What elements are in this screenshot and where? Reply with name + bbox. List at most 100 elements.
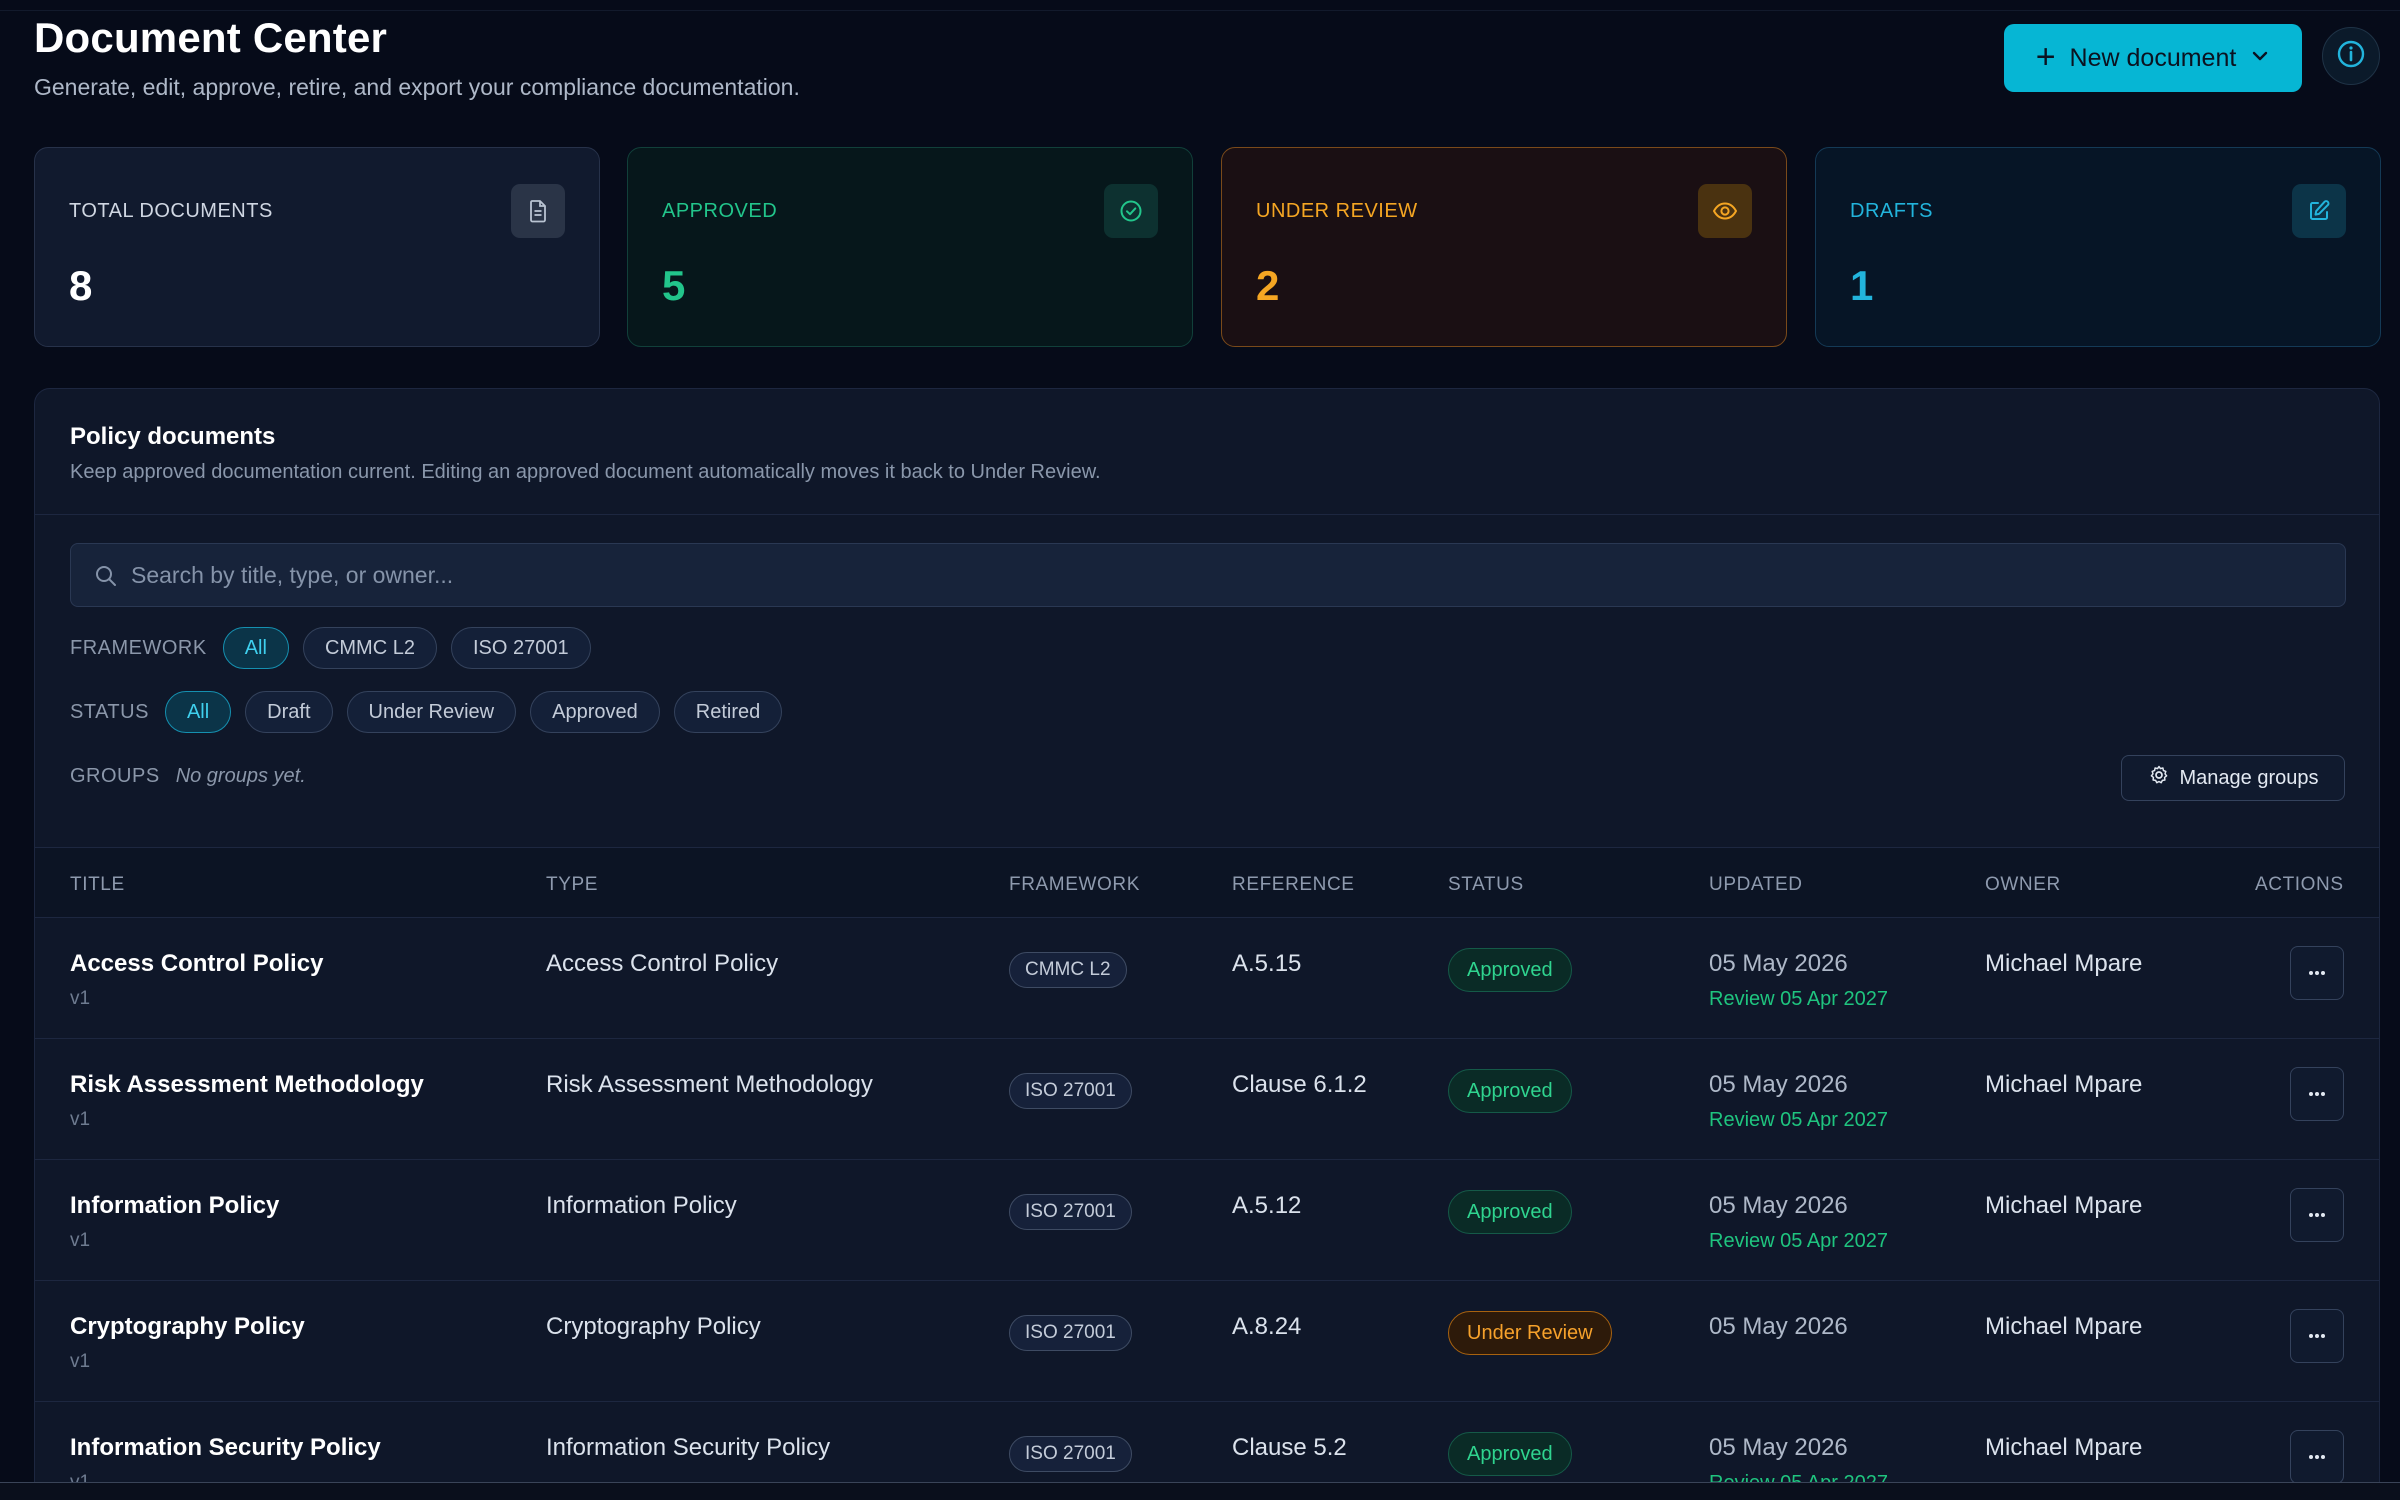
document-title[interactable]: Information Security Policy [70,1434,381,1462]
stat-value: 8 [69,262,93,309]
stat-label: UNDER REVIEW [1256,200,1418,222]
row-actions-button[interactable] [2290,1309,2344,1363]
table-row[interactable]: Risk Assessment Methodology v1 Risk Asse… [35,1039,2379,1160]
row-actions-button[interactable] [2290,1430,2344,1484]
framework-badge: CMMC L2 [1009,952,1127,988]
column-header-actions: ACTIONS [2255,874,2344,895]
stat-card-under-review: UNDER REVIEW 2 [1221,147,1787,347]
panel-description: Keep approved documentation current. Edi… [70,461,1101,483]
status-badge: Under Review [1448,1311,1612,1355]
info-icon [2335,38,2367,75]
status-badge: Approved [1448,1069,1572,1113]
status-chip-under-review[interactable]: Under Review [346,691,517,733]
framework-chip-iso-27001[interactable]: ISO 27001 [450,627,591,669]
status-chip-approved[interactable]: Approved [530,691,660,733]
page-title: Document Center [34,14,388,61]
status-badge: Approved [1448,1432,1572,1476]
stat-card-approved: APPROVED 5 [627,147,1193,347]
framework-filter-label: FRAMEWORK [70,636,207,659]
document-owner: Michael Mpare [1985,1434,2143,1461]
framework-badge: ISO 27001 [1009,1194,1132,1230]
groups-filter: GROUPS No groups yet. [70,765,306,788]
status-badge: Approved [1448,1190,1572,1234]
stat-label: DRAFTS [1850,200,1933,222]
panel-title: Policy documents [70,423,276,450]
review-date: Review 05 Apr 2027 [1709,1230,1889,1252]
table-row[interactable]: Access Control Policy v1 Access Control … [35,918,2379,1039]
review-date: Review 05 Apr 2027 [1709,1109,1889,1131]
updated-date: 05 May 2026 [1709,1434,1848,1461]
check-circle-icon [1104,184,1158,238]
status-chip-retired[interactable]: Retired [673,691,783,733]
document-owner: Michael Mpare [1985,1071,2143,1098]
document-type: Access Control Policy [546,950,779,977]
row-actions-button[interactable] [2290,1188,2344,1242]
new-document-button[interactable]: + New document [2004,24,2302,92]
chevron-down-icon [2250,44,2270,73]
updated-date: 05 May 2026 [1709,950,1848,977]
document-owner: Michael Mpare [1985,1313,2143,1340]
column-header-owner: OWNER [1985,874,2061,895]
page-subtitle: Generate, edit, approve, retire, and exp… [34,74,800,100]
groups-filter-label: GROUPS [70,765,160,787]
framework-chip-cmmc-l2[interactable]: CMMC L2 [302,627,437,669]
updated-date: 05 May 2026 [1709,1071,1848,1098]
updated-date: 05 May 2026 [1709,1313,1848,1340]
status-badge: Approved [1448,948,1572,992]
status-chip-draft[interactable]: Draft [245,691,333,733]
document-title[interactable]: Information Policy [70,1192,279,1220]
plus-icon: + [2035,37,2056,76]
table-row[interactable]: Cryptography Policy v1 Cryptography Poli… [35,1281,2379,1402]
table-row[interactable]: Information Policy v1 Information Policy… [35,1160,2379,1281]
row-actions-button[interactable] [2290,946,2344,1000]
stat-value: 1 [1850,262,1874,309]
status-filter-label: STATUS [70,700,149,723]
more-horizontal-icon [2309,1334,2325,1338]
document-reference: A.5.12 [1232,1192,1302,1219]
review-date: Review 05 Apr 2027 [1709,988,1889,1010]
document-reference: A.8.24 [1232,1313,1302,1340]
bottom-edge [0,1482,2400,1500]
document-owner: Michael Mpare [1985,1192,2143,1219]
more-horizontal-icon [2309,1455,2325,1459]
document-owner: Michael Mpare [1985,950,2143,977]
framework-chip-all[interactable]: All [222,627,289,669]
column-header-type: TYPE [546,874,599,895]
document-version: v1 [70,1230,91,1251]
top-divider [0,10,2400,11]
manage-groups-label: Manage groups [2179,766,2319,789]
document-version: v1 [70,1109,91,1130]
row-actions-button[interactable] [2290,1067,2344,1121]
document-type: Risk Assessment Methodology [546,1071,873,1098]
search-icon [93,563,119,594]
policy-documents-panel: Policy documents Keep approved documenta… [34,388,2380,1500]
stat-label: APPROVED [662,200,778,222]
stat-card-total: TOTAL DOCUMENTS 8 [34,147,600,347]
stat-value: 2 [1256,262,1280,309]
document-version: v1 [70,988,91,1009]
more-horizontal-icon [2309,1092,2325,1096]
manage-groups-button[interactable]: Manage groups [2121,755,2345,801]
document-title[interactable]: Risk Assessment Methodology [70,1071,424,1099]
stat-label: TOTAL DOCUMENTS [69,200,273,222]
search-box[interactable] [70,543,2346,607]
info-button[interactable] [2322,27,2380,85]
column-header-title: TITLE [70,874,125,895]
document-version: v1 [70,1351,91,1372]
stat-card-drafts: DRAFTS 1 [1815,147,2381,347]
new-document-label: New document [2069,43,2237,72]
framework-badge: ISO 27001 [1009,1436,1132,1472]
document-title[interactable]: Access Control Policy [70,950,323,978]
framework-badge: ISO 27001 [1009,1073,1132,1109]
panel-divider [35,514,2379,515]
edit-icon [2292,184,2346,238]
framework-filter: FRAMEWORK All CMMC L2 ISO 27001 [70,627,591,669]
document-title[interactable]: Cryptography Policy [70,1313,305,1341]
status-chip-all[interactable]: All [164,691,232,733]
search-input[interactable] [131,544,2331,606]
column-header-reference: REFERENCE [1232,874,1355,895]
document-reference: Clause 5.2 [1232,1434,1347,1461]
column-header-framework: FRAMEWORK [1009,874,1141,895]
column-header-updated: UPDATED [1709,874,1803,895]
groups-empty-text: No groups yet. [175,765,306,787]
